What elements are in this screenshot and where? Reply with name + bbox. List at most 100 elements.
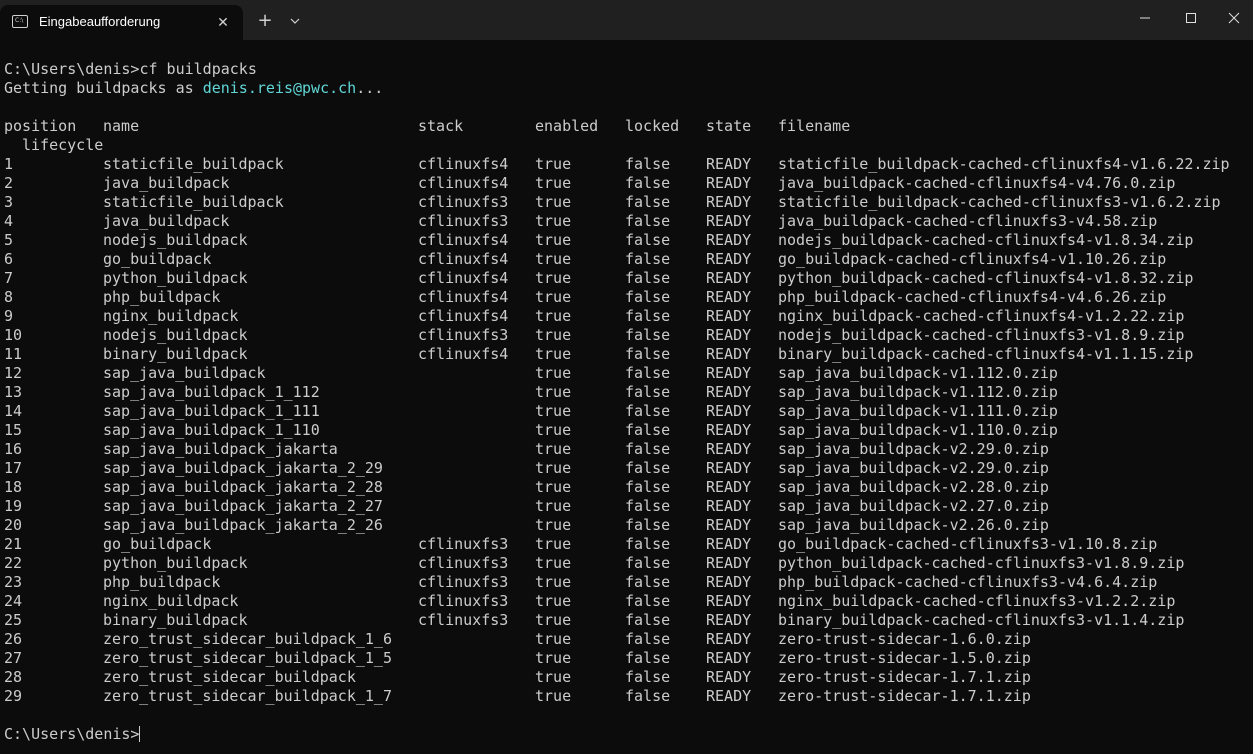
cell-locked: false	[625, 307, 671, 325]
cell-state: READY	[706, 421, 752, 439]
cell-filename: zero-trust-sidecar-1.7.1.zip	[778, 668, 1031, 686]
cell-filename: staticfile_buildpack-cached-cflinuxfs4-v…	[778, 155, 1230, 173]
cell-name: sap_java_buildpack_1_110	[103, 421, 320, 439]
cell-position: 12	[4, 364, 23, 382]
cell-locked: false	[625, 516, 671, 534]
tab-eingabeaufforderung[interactable]: C:\ Eingabeaufforderung ✕	[0, 5, 243, 40]
cell-state: READY	[706, 478, 752, 496]
table-row: 15 sap_java_buildpack_1_110 true false READY…	[4, 421, 1249, 440]
getting-prefix: Getting buildpacks as	[4, 79, 203, 97]
cell-position: 16	[4, 440, 23, 458]
cell-enabled: true	[535, 573, 572, 591]
cell-stack: cflinuxfs4	[418, 269, 509, 287]
cell-filename: sap_java_buildpack-v2.29.0.zip	[778, 440, 1049, 458]
cell-locked: false	[625, 288, 671, 306]
cell-state: READY	[706, 516, 752, 534]
cell-position: 20	[4, 516, 23, 534]
cell-enabled: true	[535, 592, 572, 610]
cell-position: 26	[4, 630, 23, 648]
cell-stack: cflinuxfs4	[418, 174, 509, 192]
cell-enabled: true	[535, 307, 572, 325]
cell-state: READY	[706, 250, 752, 268]
header-name: name	[103, 117, 140, 135]
cell-filename: sap_java_buildpack-v1.111.0.zip	[778, 402, 1058, 420]
cell-stack: cflinuxfs3	[418, 554, 509, 572]
cell-position: 18	[4, 478, 23, 496]
cell-locked: false	[625, 630, 671, 648]
table-row: 29 zero_trust_sidecar_buildpack_1_7 true fa…	[4, 687, 1249, 706]
cell-name: python_buildpack	[103, 269, 248, 287]
cell-name: sap_java_buildpack_jakarta_2_29	[103, 459, 383, 477]
cell-state: READY	[706, 288, 752, 306]
cell-position: 17	[4, 459, 23, 477]
cell-locked: false	[625, 649, 671, 667]
table-header: position name stack enabled locked state…	[4, 117, 1249, 136]
cell-locked: false	[625, 250, 671, 268]
cell-position: 27	[4, 649, 23, 667]
table-row: 18 sap_java_buildpack_jakarta_2_28 true fal…	[4, 478, 1249, 497]
cell-stack: cflinuxfs4	[418, 155, 509, 173]
cell-stack: cflinuxfs3	[418, 193, 509, 211]
cell-locked: false	[625, 478, 671, 496]
cell-name: php_buildpack	[103, 573, 221, 591]
cell-state: READY	[706, 459, 752, 477]
console-output[interactable]: C:\Users\denis>cf buildpacks Getting bui…	[4, 60, 1249, 744]
table-row: 10 nodejs_buildpack cflinuxfs3 true false REA…	[4, 326, 1249, 345]
cell-filename: sap_java_buildpack-v2.28.0.zip	[778, 478, 1049, 496]
cell-state: READY	[706, 630, 752, 648]
cell-state: READY	[706, 649, 752, 667]
table-row: 2 java_buildpack cflinuxfs4 true false READY j…	[4, 174, 1249, 193]
cell-locked: false	[625, 668, 671, 686]
maximize-icon[interactable]	[1168, 0, 1214, 36]
header-locked: locked	[625, 117, 680, 135]
cell-stack: cflinuxfs4	[418, 345, 509, 363]
cell-locked: false	[625, 383, 671, 401]
cell-position: 24	[4, 592, 23, 610]
cell-locked: false	[625, 440, 671, 458]
cell-name: zero_trust_sidecar_buildpack_1_7	[103, 687, 392, 705]
cell-filename: java_buildpack-cached-cflinuxfs3-v4.58.z…	[778, 212, 1158, 230]
cell-filename: go_buildpack-cached-cflinuxfs3-v1.10.8.z…	[778, 535, 1158, 553]
cell-state: READY	[706, 554, 752, 572]
table-row: 12 sap_java_buildpack true false READY sap_ja…	[4, 364, 1249, 383]
cell-stack: cflinuxfs3	[418, 326, 509, 344]
user-email: denis.reis@pwc.ch	[202, 79, 357, 97]
cell-filename: zero-trust-sidecar-1.6.0.zip	[778, 630, 1031, 648]
close-tab-icon[interactable]: ✕	[212, 12, 234, 34]
final-prompt-line[interactable]: C:\Users\denis>	[4, 725, 1249, 744]
cell-state: READY	[706, 174, 752, 192]
minimize-icon[interactable]	[1122, 0, 1168, 36]
title-bar: C:\ Eingabeaufforderung ✕ +	[0, 0, 1253, 40]
cell-locked: false	[625, 687, 671, 705]
cell-position: 10	[4, 326, 23, 344]
new-tab-button[interactable]: +	[254, 10, 276, 32]
cell-enabled: true	[535, 174, 572, 192]
cell-enabled: true	[535, 554, 572, 572]
cell-name: sap_java_buildpack_1_112	[103, 383, 320, 401]
cell-name: sap_java_buildpack_jakarta_2_27	[103, 497, 383, 515]
header-position: position	[4, 117, 77, 135]
cell-filename: nginx_buildpack-cached-cflinuxfs3-v1.2.2…	[778, 592, 1176, 610]
cell-state: READY	[706, 193, 752, 211]
cell-enabled: true	[535, 668, 572, 686]
cell-name: java_buildpack	[103, 174, 230, 192]
cell-enabled: true	[535, 326, 572, 344]
cmd-icon: C:\	[12, 15, 28, 28]
cell-filename: nodejs_buildpack-cached-cflinuxfs4-v1.8.…	[778, 231, 1194, 249]
cell-name: staticfile_buildpack	[103, 193, 284, 211]
table-row: 8 php_buildpack cflinuxfs4 true false READY ph…	[4, 288, 1249, 307]
cell-locked: false	[625, 269, 671, 287]
cell-position: 14	[4, 402, 23, 420]
cell-state: READY	[706, 269, 752, 287]
cell-filename: php_buildpack-cached-cflinuxfs4-v4.6.26.…	[778, 288, 1167, 306]
cell-state: READY	[706, 212, 752, 230]
cell-position: 9	[4, 307, 14, 325]
header-state: state	[706, 117, 752, 135]
cell-locked: false	[625, 364, 671, 382]
cell-state: READY	[706, 231, 752, 249]
table-row: 23 php_buildpack cflinuxfs3 true false READY p…	[4, 573, 1249, 592]
cell-filename: php_buildpack-cached-cflinuxfs3-v4.6.4.z…	[778, 573, 1158, 591]
window-close-icon[interactable]	[1214, 0, 1253, 36]
chevron-down-icon[interactable]	[285, 10, 305, 32]
